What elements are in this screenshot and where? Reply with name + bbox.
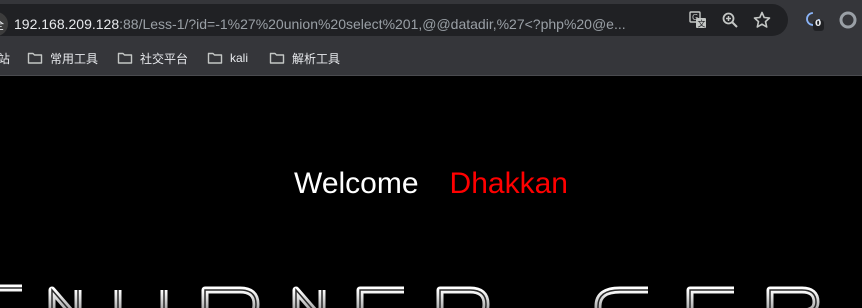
svg-text:文: 文 [698,19,706,29]
bookmark-folder-social[interactable]: 社交平台 [117,48,188,68]
bookmark-label: 社交平台 [140,51,189,66]
folder-icon [117,52,133,64]
security-label: 安全 [0,16,4,33]
downloads-icon[interactable]: 0 [802,8,826,32]
bookmark-star-icon[interactable] [750,8,774,32]
bookmark-label: kali [230,51,249,65]
bookmark-folder-kali[interactable]: kali [207,48,248,68]
url-host: 192.168.209.128 [14,16,120,32]
bookmark-label: 站 [0,51,11,66]
bookmark-label: 解析工具 [292,51,341,66]
zoom-icon[interactable] [718,8,742,32]
banner-image [0,284,862,308]
bookmark-label: 常用工具 [50,51,99,66]
profile-icon[interactable] [836,8,860,32]
welcome-word: Welcome [294,167,419,200]
bookmark-folder-common-tools[interactable]: 常用工具 [27,48,98,68]
bookmark-folder-parse-tools[interactable]: 解析工具 [269,48,340,68]
url-path: :88/Less-1/?id=-1%27%20union%20select%20… [119,16,626,32]
user-name: Dhakkan [449,167,568,200]
browser-window: 安全 192.168.209.128:88/Less-1/?id=-1%27%2… [0,0,862,308]
omnibox[interactable]: 安全 192.168.209.128:88/Less-1/?id=-1%27%2… [0,4,788,36]
folder-icon [207,52,223,64]
welcome-message: Welcome Dhakkan [0,167,862,201]
site-security-chip[interactable]: 安全 [0,12,9,36]
address-toolbar: 安全 192.168.209.128:88/Less-1/?id=-1%27%2… [0,0,862,40]
folder-icon [269,52,285,64]
folder-icon [27,52,43,64]
bookmarks-bar: 站 常用工具 社交平台 kali 解析工具 [0,40,862,76]
bookmark-item-partial[interactable]: 站 [0,48,10,68]
page-content: Welcome Dhakkan [0,77,862,308]
download-count-badge: 0 [815,19,822,29]
url-field[interactable]: 192.168.209.128:88/Less-1/?id=-1%27%20un… [14,14,662,34]
translate-icon[interactable]: G 文 [686,8,710,32]
